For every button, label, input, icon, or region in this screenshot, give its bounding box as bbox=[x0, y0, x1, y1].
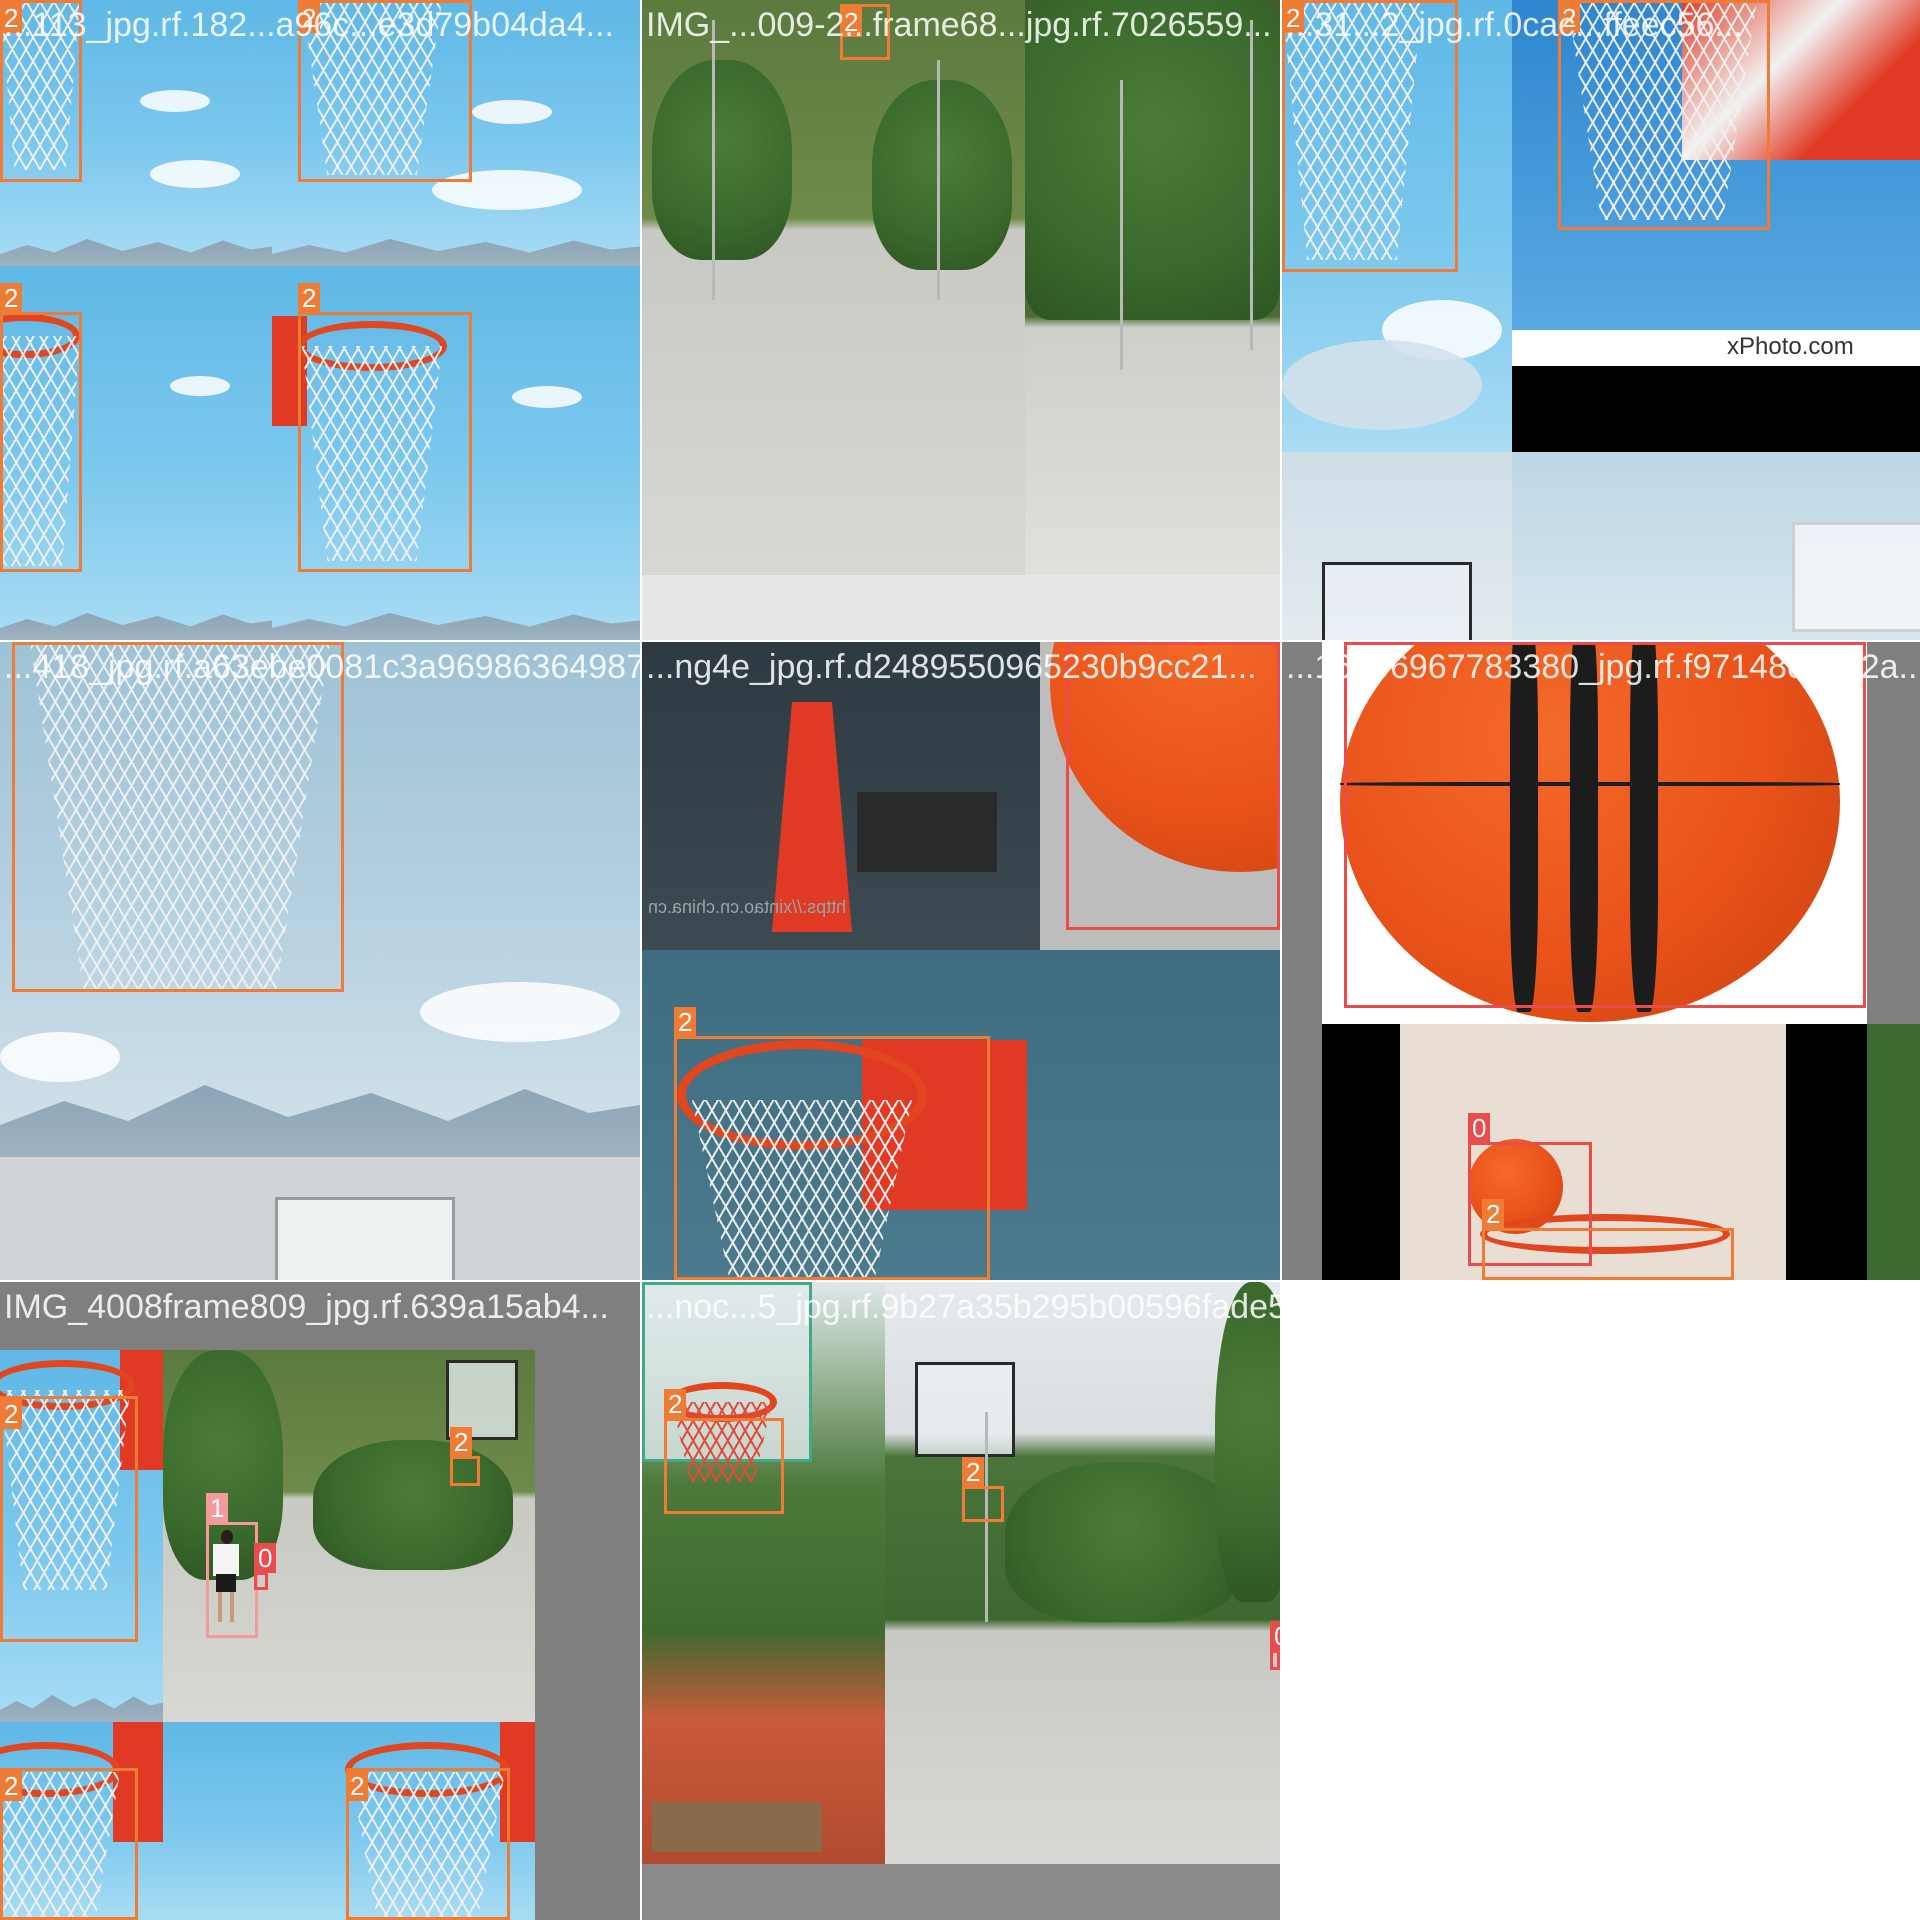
bbox-hoop: 2 bbox=[12, 642, 344, 992]
court-scene bbox=[885, 1282, 1280, 1864]
tree-scene bbox=[1867, 1024, 1920, 1280]
court-scene bbox=[1025, 0, 1280, 575]
bbox-label: 2 bbox=[664, 1389, 687, 1419]
bbox-basketball: 0 bbox=[1066, 642, 1280, 930]
cloud bbox=[170, 376, 230, 396]
bbox-hoop: 2 bbox=[664, 1389, 784, 1514]
fence-pole bbox=[712, 20, 715, 300]
tree bbox=[1215, 1282, 1280, 1602]
cloud bbox=[1282, 340, 1482, 430]
backboard bbox=[1792, 522, 1920, 632]
bbox-label: 2 bbox=[0, 3, 23, 33]
bbox-hoop: 2 bbox=[0, 283, 82, 572]
mosaic-tile-7: IMG_4008frame809_jpg.rf.639a15ab4... 2 2… bbox=[0, 1282, 640, 1920]
mosaic-tile-6: ...16896967783380_jpg.rf.f97148c9832a...… bbox=[1282, 642, 1920, 1280]
mountains bbox=[0, 239, 272, 266]
mosaic-tile-1: ...113_jpg.rf.182...a96c...e3d79b04da4..… bbox=[0, 0, 640, 640]
mountains bbox=[272, 239, 640, 266]
bbox-label: 2 bbox=[298, 283, 321, 313]
cloud bbox=[420, 982, 620, 1042]
backboard bbox=[275, 1197, 455, 1280]
court-bottom bbox=[642, 575, 1280, 640]
tree bbox=[1025, 0, 1280, 320]
bbox-hoop: 2 bbox=[450, 1427, 480, 1486]
white-strip: xPhoto.com bbox=[1512, 330, 1920, 366]
bbox-basketball: 0 bbox=[254, 1543, 277, 1590]
tree bbox=[872, 80, 1012, 270]
cloud bbox=[472, 100, 552, 124]
bbox-person: 1 bbox=[206, 1493, 258, 1638]
mosaic-tile-3: xPhoto.com xPhoto.com ...31...2_jpg.rf.0… bbox=[1282, 0, 1920, 640]
fence-pole bbox=[1250, 20, 1253, 350]
fence-pole bbox=[937, 60, 940, 300]
cloud bbox=[140, 90, 210, 112]
bbox-hoop: 2 bbox=[674, 1007, 990, 1280]
bbox-hoop: 2 bbox=[840, 4, 890, 60]
bbox-label: 2 bbox=[962, 1457, 985, 1487]
grey-strip bbox=[642, 1864, 1280, 1920]
bbox-label: 2 bbox=[1482, 1199, 1505, 1229]
bbox-label: 2 bbox=[346, 1771, 369, 1801]
tree bbox=[1005, 1462, 1245, 1622]
black-letterbox bbox=[1512, 366, 1920, 452]
tree bbox=[313, 1440, 513, 1570]
bbox-label: 0 bbox=[1270, 1621, 1280, 1651]
court-scene bbox=[642, 0, 1025, 575]
bbox-hoop: 2 bbox=[0, 1768, 138, 1920]
empty-cell bbox=[1282, 1282, 1920, 1920]
mountains bbox=[0, 1085, 640, 1157]
bbox-hoop: 2 bbox=[962, 1457, 1004, 1522]
bbox-label: 2 bbox=[0, 1771, 23, 1801]
bbox-hoop: 2 bbox=[298, 0, 472, 182]
mosaic-tile-8: ...noc...5_jpg.rf.9b27a35b295b00596fade5… bbox=[642, 1282, 1280, 1920]
bbox-label: 2 bbox=[674, 1007, 697, 1037]
bbox-label: 0 bbox=[1066, 642, 1089, 643]
mountains bbox=[272, 613, 640, 640]
bbox-label: 2 bbox=[0, 283, 23, 313]
bbox-hoop: 2 bbox=[0, 0, 82, 182]
court-scene bbox=[0, 1157, 640, 1280]
mountains bbox=[0, 1695, 163, 1722]
cloud bbox=[512, 386, 582, 408]
sky-scene bbox=[1282, 452, 1512, 640]
bbox-basketball: 0 bbox=[1344, 642, 1866, 1008]
bbox-label: 2 bbox=[1282, 3, 1305, 33]
dusk-scene: https://xintao.cn.china.cn bbox=[642, 642, 1040, 950]
mosaic-tile-4: ...418_jpg.rf.a63ebe0081c3a96986364987..… bbox=[0, 642, 640, 1280]
cloud bbox=[150, 160, 240, 188]
bbox-label: 0 bbox=[1468, 1113, 1491, 1143]
backboard bbox=[1322, 562, 1472, 640]
watermark-line: https://xintao.cn.china.cn bbox=[648, 897, 847, 917]
tile-filename: IMG_4008frame809_jpg.rf.639a15ab4... bbox=[4, 1288, 609, 1326]
cloud bbox=[0, 1032, 120, 1082]
watermark: xPhoto.com bbox=[1727, 333, 1854, 360]
bbox-hoop: 2 bbox=[1482, 1199, 1734, 1280]
bbox-label: 2 bbox=[298, 3, 321, 33]
sky-scene bbox=[1512, 452, 1920, 640]
mosaic-tile-5: https://xintao.cn.china.cn ...ng4e_jpg.r… bbox=[642, 642, 1280, 1280]
bbox-hoop: 2 bbox=[1282, 0, 1458, 272]
bbox-label: 2 bbox=[840, 7, 863, 37]
mosaic-tile-2: IMG_...009-2...frame68...jpg.rf.7026559.… bbox=[642, 0, 1280, 640]
bbox-label: 0 bbox=[1344, 642, 1367, 643]
stanchion-base bbox=[857, 792, 997, 872]
bbox-label: 2 bbox=[1558, 3, 1581, 33]
backboard bbox=[915, 1362, 1015, 1457]
tree bbox=[652, 60, 792, 260]
bbox-hoop: 2 bbox=[346, 1768, 510, 1920]
bbox-basketball: 0 bbox=[1270, 1621, 1280, 1670]
bbox-label: 2 bbox=[450, 1427, 473, 1457]
bench bbox=[652, 1802, 822, 1852]
bbox-hoop: 2 bbox=[298, 283, 472, 572]
bbox-label: 2 bbox=[0, 1399, 23, 1429]
bbox-label: 1 bbox=[206, 1493, 229, 1523]
bbox-hoop: 2 bbox=[1558, 0, 1770, 230]
fence-pole bbox=[1120, 80, 1123, 370]
bbox-hoop: 2 bbox=[0, 1396, 138, 1642]
mountains bbox=[0, 613, 272, 640]
court-scene bbox=[642, 1282, 885, 1864]
bbox-label: 0 bbox=[254, 1543, 277, 1573]
bbox-label: 2 bbox=[12, 642, 35, 643]
